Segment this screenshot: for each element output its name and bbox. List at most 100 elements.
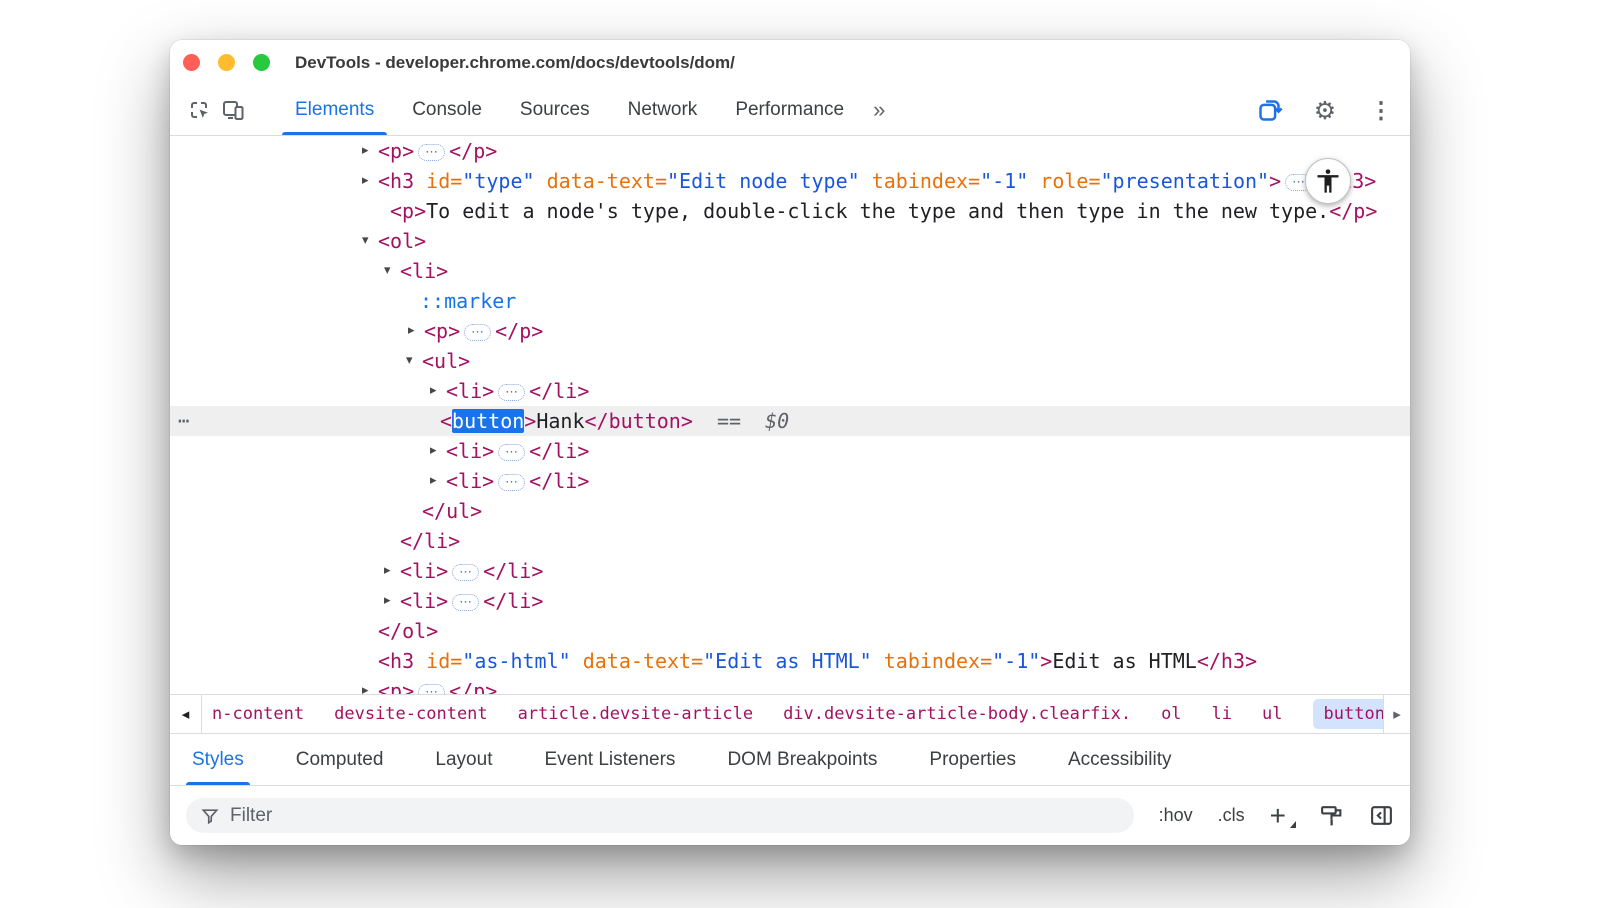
kebab-menu-icon[interactable]: ⋮	[1364, 93, 1398, 127]
disclosure-arrow-icon[interactable]: ▸	[362, 136, 378, 166]
tab-performance[interactable]: Performance	[716, 85, 863, 135]
minimize-button[interactable]	[218, 54, 235, 71]
tree-row[interactable]: </ol>	[170, 616, 1410, 646]
tree-row[interactable]: ::marker	[170, 286, 1410, 316]
expand-ellipsis-icon[interactable]: ⋯	[498, 384, 525, 401]
tab-styles[interactable]: Styles	[192, 734, 244, 785]
token-val: "type"	[462, 169, 534, 193]
accessibility-person-icon[interactable]	[1305, 158, 1351, 204]
reload-frame-icon[interactable]	[1252, 93, 1286, 127]
zoom-button[interactable]	[253, 54, 270, 71]
disclosure-arrow-icon[interactable]: ▸	[384, 586, 400, 616]
tree-row[interactable]: ▸<li>⋯</li>	[170, 466, 1410, 496]
token-text: Edit as HTML	[1052, 649, 1197, 673]
disclosure-arrow-icon[interactable]: ▸	[384, 556, 400, 586]
paint-roller-icon[interactable]	[1319, 803, 1344, 828]
tree-row[interactable]: ▸<li>⋯</li>	[170, 556, 1410, 586]
token-tag: <ul>	[422, 349, 470, 373]
disclosure-arrow-icon[interactable]: ▸	[408, 316, 424, 346]
close-button[interactable]	[183, 54, 200, 71]
device-toolbar-icon[interactable]	[216, 93, 250, 127]
toggle-sidebar-icon[interactable]	[1369, 803, 1394, 828]
tree-row[interactable]: ▸<li>⋯</li>	[170, 436, 1410, 466]
devtools-window: DevTools - developer.chrome.com/docs/dev…	[170, 40, 1410, 845]
token-tag: <p>	[378, 679, 414, 694]
toggle-element-classes-button[interactable]: .cls	[1218, 805, 1245, 826]
filter-field[interactable]	[186, 798, 1134, 833]
tree-row[interactable]: ▸<li>⋯</li>	[170, 586, 1410, 616]
row-menu-icon[interactable]: ⋯	[178, 406, 189, 436]
breadcrumb-item-li[interactable]: li	[1212, 704, 1232, 724]
tree-row-selected[interactable]: ⋯<button>Hank</button> == $0	[170, 406, 1410, 436]
tab-console[interactable]: Console	[393, 85, 501, 135]
disclosure-arrow-icon[interactable]: ▾	[384, 256, 400, 286]
disclosure-arrow-icon[interactable]: ▾	[406, 346, 422, 376]
tab-event-listeners[interactable]: Event Listeners	[544, 734, 675, 785]
breadcrumb-item-ol[interactable]: ol	[1161, 704, 1181, 724]
breadcrumb-item-devsite-content[interactable]: devsite-content	[334, 704, 488, 724]
tree-row[interactable]: </li>	[170, 526, 1410, 556]
filter-input[interactable]	[230, 805, 1120, 827]
panel-tab-strip: Elements Console Sources Network Perform…	[276, 85, 895, 135]
token-tag: >	[1040, 649, 1052, 673]
token-tag: </li>	[483, 559, 543, 583]
token-attr: role=	[1028, 169, 1100, 193]
token-tag: <li>	[446, 439, 494, 463]
disclosure-arrow-icon[interactable]: ▾	[362, 226, 378, 256]
expand-ellipsis-icon[interactable]: ⋯	[464, 324, 491, 341]
tree-row[interactable]: <h3 id="as-html" data-text="Edit as HTML…	[170, 646, 1410, 676]
expand-ellipsis-icon[interactable]: ⋯	[498, 474, 525, 491]
expand-ellipsis-icon[interactable]: ⋯	[498, 444, 525, 461]
breadcrumb-item-div[interactable]: div.devsite-article-body.clearfix.	[783, 704, 1131, 724]
tree-row[interactable]: ▸<p>⋯</p>	[170, 676, 1410, 694]
tree-row[interactable]: ▸<p>⋯</p>	[170, 136, 1410, 166]
tab-sources[interactable]: Sources	[501, 85, 609, 135]
expand-ellipsis-icon[interactable]: ⋯	[418, 144, 445, 161]
tree-row[interactable]: <p>To edit a node's type, double-click t…	[170, 196, 1410, 226]
breadcrumb-item-article[interactable]: article.devsite-article	[518, 704, 753, 724]
tab-elements[interactable]: Elements	[276, 85, 393, 135]
window-title: DevTools - developer.chrome.com/docs/dev…	[295, 53, 735, 73]
tree-row[interactable]: ▸<li>⋯</li>	[170, 376, 1410, 406]
breadcrumb-items: n-content devsite-content article.devsit…	[202, 695, 1383, 733]
more-tabs-icon[interactable]: »	[863, 85, 895, 135]
disclosure-arrow-icon[interactable]: ▸	[430, 466, 446, 496]
token-tag: </h3>	[1197, 649, 1257, 673]
expand-ellipsis-icon[interactable]: ⋯	[418, 684, 445, 694]
dom-tree: ▸<p>⋯</p>▸<h3 id="type" data-text="Edit …	[170, 136, 1410, 694]
tab-properties[interactable]: Properties	[929, 734, 1016, 785]
main-toolbar: Elements Console Sources Network Perform…	[170, 85, 1410, 136]
tab-accessibility[interactable]: Accessibility	[1068, 734, 1171, 785]
breadcrumb-item-button[interactable]: button	[1313, 699, 1383, 729]
breadcrumb-item-main-content[interactable]: n-content	[212, 704, 304, 724]
tab-layout[interactable]: Layout	[435, 734, 492, 785]
breadcrumb-scroll-right-icon[interactable]: ▸	[1383, 695, 1410, 733]
selected-tag-name-token: button	[452, 409, 524, 433]
tree-row[interactable]: ▾<ul>	[170, 346, 1410, 376]
tab-dom-breakpoints[interactable]: DOM Breakpoints	[727, 734, 877, 785]
expand-ellipsis-icon[interactable]: ⋯	[452, 594, 479, 611]
disclosure-arrow-icon[interactable]: ▸	[362, 676, 378, 694]
tree-row[interactable]: ▸<p>⋯</p>	[170, 316, 1410, 346]
tree-row[interactable]: </ul>	[170, 496, 1410, 526]
breadcrumb-scroll-left-icon[interactable]: ◂	[170, 695, 202, 733]
disclosure-arrow-icon[interactable]: ▸	[430, 436, 446, 466]
inspect-element-icon[interactable]	[182, 93, 216, 127]
token-tag: <li>	[446, 379, 494, 403]
tab-computed[interactable]: Computed	[296, 734, 384, 785]
disclosure-arrow-icon[interactable]: ▸	[430, 376, 446, 406]
tree-row[interactable]: ▾<li>	[170, 256, 1410, 286]
tab-network[interactable]: Network	[609, 85, 717, 135]
sidebar-tabs: Styles Computed Layout Event Listeners D…	[170, 734, 1410, 786]
token-val: "-1"	[992, 649, 1040, 673]
new-style-rule-icon[interactable]: +	[1270, 802, 1294, 830]
breadcrumb-item-ul[interactable]: ul	[1262, 704, 1282, 724]
tree-row[interactable]: ▾<ol>	[170, 226, 1410, 256]
disclosure-arrow-icon[interactable]: ▸	[362, 166, 378, 196]
token-tag: <ol>	[378, 229, 426, 253]
window-controls	[183, 54, 270, 71]
expand-ellipsis-icon[interactable]: ⋯	[452, 564, 479, 581]
tree-row[interactable]: ▸<h3 id="type" data-text="Edit node type…	[170, 166, 1410, 196]
settings-gear-icon[interactable]: ⚙	[1308, 93, 1342, 127]
toggle-hover-state-button[interactable]: :hov	[1159, 805, 1193, 826]
